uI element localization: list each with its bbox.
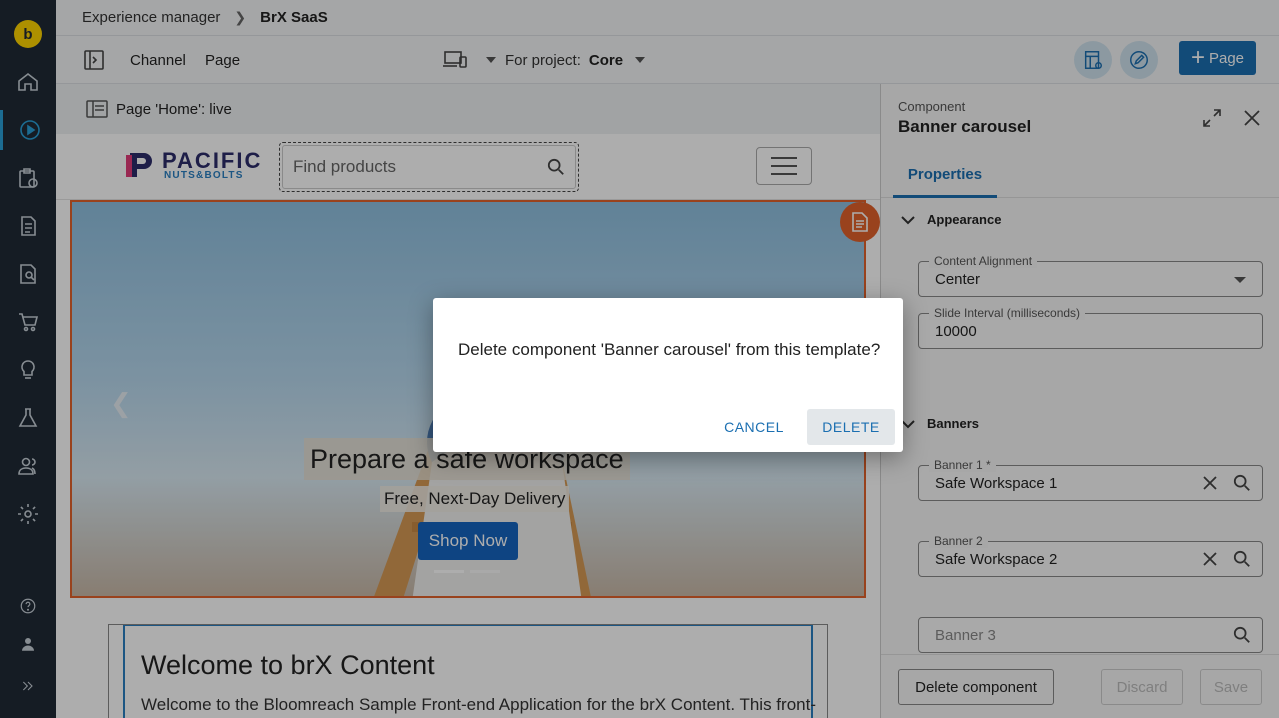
delete-button[interactable]: DELETE: [807, 409, 895, 445]
delete-confirm-dialog: Delete component 'Banner carousel' from …: [433, 298, 903, 452]
dialog-message: Delete component 'Banner carousel' from …: [458, 340, 881, 359]
cancel-button[interactable]: CANCEL: [715, 409, 793, 445]
